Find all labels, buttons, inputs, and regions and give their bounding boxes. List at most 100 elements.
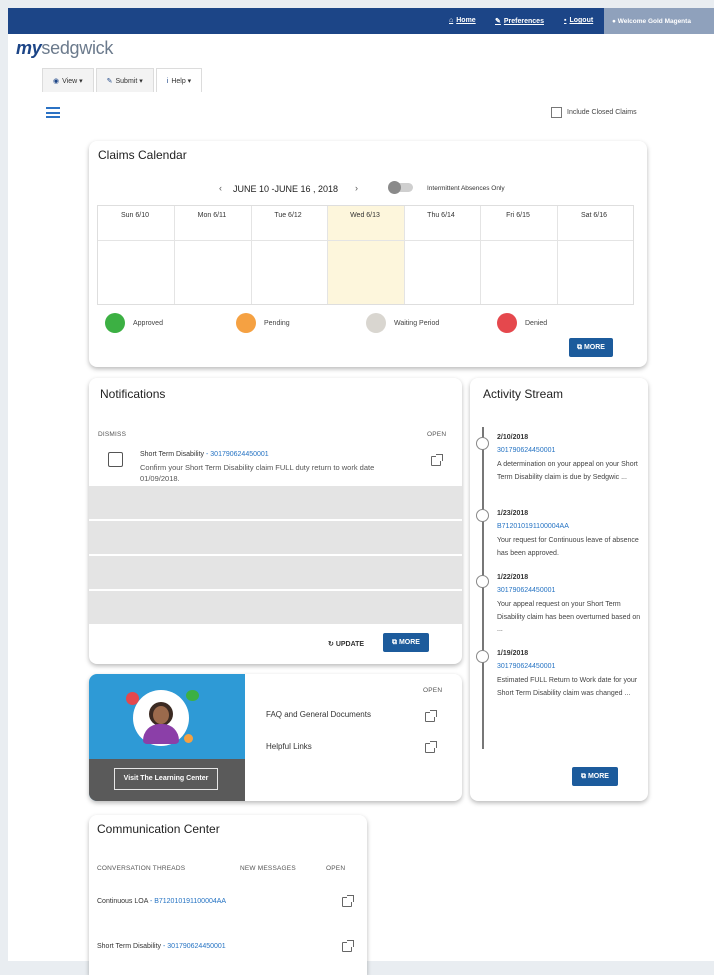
day-header-sat: Sat 6/16 [580,212,608,219]
header: mysedgwick ◉ View ▾ ✎ Submit ▾ i Help ▾ [8,34,714,94]
claims-calendar-card: Claims Calendar ‹ JUNE 10 -JUNE 16 , 201… [89,141,647,367]
include-closed-claims-label: Include Closed Claims [567,109,637,116]
learning-center-card: Visit The Learning Center OPEN FAQ and G… [89,674,462,801]
timeline-node [476,575,489,588]
view-menu[interactable]: ◉ View ▾ [42,68,94,92]
visit-learning-center-button[interactable]: Visit The Learning Center [114,768,218,790]
week-range: JUNE 10 -JUNE 16 , 2018 [233,184,339,194]
home-link-label: Home [456,17,476,24]
help-menu-label: Help [171,78,186,85]
calendar-more-label: MORE [583,344,605,351]
activity-stream-title: Activity Stream [483,387,564,401]
open-faq-icon[interactable] [425,710,437,722]
logo-prefix: my [16,38,42,58]
speaker-bubble-icon [126,692,139,705]
external-link-icon: ⧉ [581,773,588,780]
open-thread-icon[interactable] [342,895,354,907]
dismiss-column-header: DISMISS [98,431,127,438]
thread-row[interactable]: Continuous LOA - B712010191100004AA [97,898,226,905]
thread-claim-link[interactable]: - 301790624450001 [163,943,226,950]
wrench-icon: ✎ [495,18,501,25]
calendar-more-button[interactable]: ⧉ MORE [569,338,613,357]
include-closed-claims-checkbox[interactable] [551,107,562,118]
notifications-card: Notifications DISMISS OPEN Short Term Di… [89,378,462,664]
update-button[interactable]: ↻ UPDATE [328,640,364,648]
chat-bubble-icon [186,690,199,701]
activity-text: A determination on your appeal on your S… [497,461,638,481]
update-label: UPDATE [335,641,365,648]
home-icon: ⌂ [449,17,454,24]
comm-open-column-header: OPEN [326,865,346,872]
activity-claim-link[interactable]: 301790624450001 [497,663,555,670]
learning-center-banner: Visit The Learning Center [89,674,245,801]
denied-legend-dot [497,313,517,333]
timeline-line [482,427,484,749]
thread-label: Continuous LOA [97,898,148,905]
gear-icon [184,734,193,743]
external-link-icon: ⧉ [392,639,399,646]
pending-legend-label: Pending [264,320,290,327]
new-messages-column-header: NEW MESSAGES [240,865,296,872]
welcome-text: Welcome Gold Magenta [617,18,691,25]
approved-legend-dot [105,313,125,333]
activity-claim-link[interactable]: B712010191100004AA [497,523,569,530]
logout-link[interactable]: ▪ Logout [564,17,593,24]
activity-text: Your appeal request on your Short Term D… [497,601,641,633]
activity-stream-card: Activity Stream 2/10/2018 30179062445000… [470,378,648,801]
lock-icon: ▪ [564,17,567,24]
open-notification-icon[interactable] [431,454,443,466]
calendar-grid [97,205,634,305]
preferences-link-label: Preferences [503,18,544,25]
mysedgwick-logo[interactable]: mysedgwick [16,38,113,59]
activity-claim-link[interactable]: 301790624450001 [497,587,555,594]
faq-documents-link[interactable]: FAQ and General Documents [266,710,371,719]
eye-icon: ◉ [53,78,60,85]
helpful-links-link[interactable]: Helpful Links [266,742,312,751]
submit-menu[interactable]: ✎ Submit ▾ [95,68,154,92]
learning-open-column-header: OPEN [423,687,443,694]
preferences-link[interactable]: ✎ Preferences [495,17,544,25]
day-header-sun: Sun 6/10 [120,212,150,219]
home-link[interactable]: ⌂ Home [449,17,476,24]
thread-claim-link[interactable]: - B712010191100004AA [150,898,226,905]
threads-column-header: CONVERSATION THREADS [97,865,186,872]
activity-more-label: MORE [587,773,609,780]
empty-notification-row [89,521,462,555]
notifications-title: Notifications [100,387,166,401]
learning-illustration [133,690,189,746]
learning-center-footer: Visit The Learning Center [89,759,245,801]
notifications-more-button[interactable]: ⧉ MORE [383,633,429,652]
thread-row[interactable]: Short Term Disability - 301790624450001 [97,943,226,950]
intermittent-toggle[interactable] [388,181,413,194]
activity-more-button[interactable]: ⧉ MORE [572,767,618,786]
timeline-node [476,509,489,522]
waiting-period-legend-label: Waiting Period [394,320,440,327]
today-column [327,206,404,304]
open-thread-icon[interactable] [342,940,354,952]
dismiss-checkbox[interactable] [108,452,123,467]
help-menu[interactable]: i Help ▾ [155,68,203,92]
external-link-icon: ⧉ [577,344,584,351]
next-week-icon[interactable]: › [355,183,358,193]
submit-menu-label: Submit [115,78,138,85]
open-column-header: OPEN [427,431,447,438]
refresh-icon: ↻ [328,641,336,648]
notification-claim-type: Short Term Disability [140,451,205,458]
activity-claim-link[interactable]: 301790624450001 [497,447,555,454]
prev-week-icon[interactable]: ‹ [219,183,222,193]
activity-text: Estimated FULL Return to Work date for y… [497,677,638,697]
activity-date: 1/22/2018 [497,574,529,581]
claims-calendar-title: Claims Calendar [98,148,187,162]
top-navigation-bar: ⌂ Home ✎ Preferences ▪ Logout ● Welcome Gol… [8,8,714,34]
waiting-period-legend-dot [366,313,386,333]
hamburger-menu-icon[interactable] [46,107,60,118]
info-icon: i [166,78,169,85]
welcome-user[interactable]: ● Welcome Gold Magenta [604,8,714,34]
day-header-wed: Wed 6/13 [350,212,380,219]
open-helpful-links-icon[interactable] [425,741,437,753]
notification-claim-link[interactable]: - 301790624450001 [206,451,269,458]
day-header-fri: Fri 6/15 [506,212,530,219]
denied-legend-label: Denied [525,320,548,327]
notification-heading: Short Term Disability - 301790624450001 [140,451,269,458]
pending-legend-dot [236,313,256,333]
